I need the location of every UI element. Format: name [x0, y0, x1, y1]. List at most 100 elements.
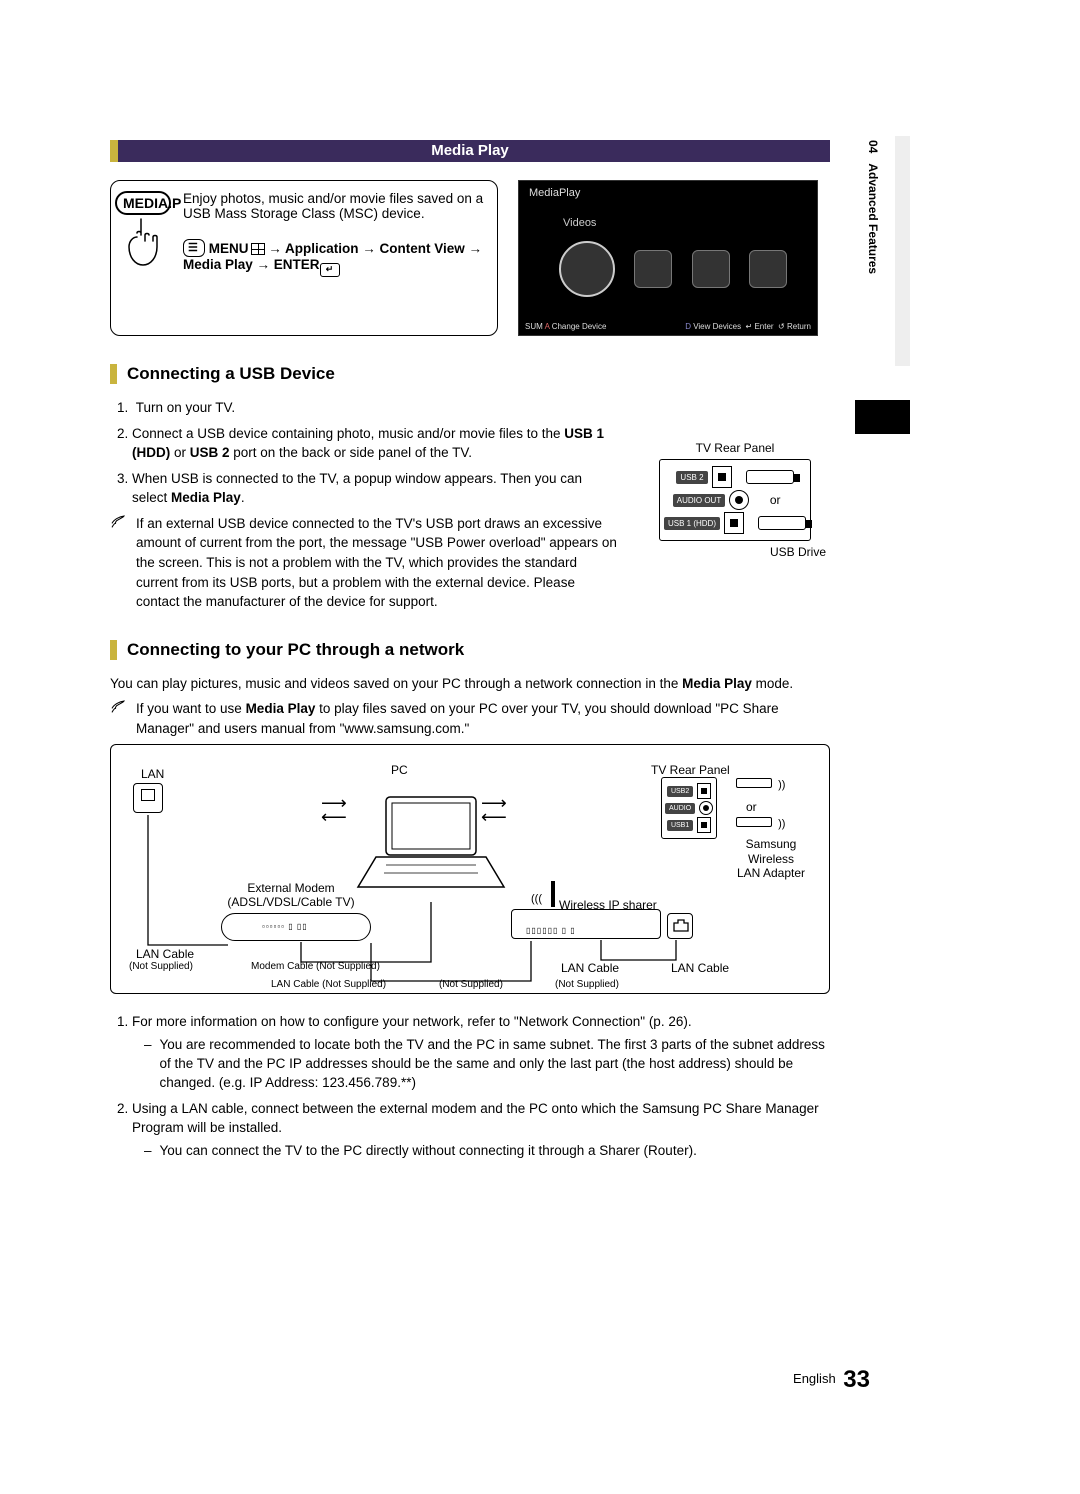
- section-heading-usb: Connecting a USB Device: [110, 364, 830, 384]
- net-step-1a-text: You are recommended to locate both the T…: [160, 1036, 830, 1093]
- sidebar-chapter-label: 04 Advanced Features: [862, 140, 880, 274]
- screenshot-photos-icon: [692, 250, 730, 288]
- antenna-icon: [551, 881, 555, 907]
- usb-step-2-mid: or: [170, 445, 190, 460]
- screenshot-sum-label: SUM: [525, 322, 543, 331]
- net-step-1: For more information on how to configure…: [132, 1012, 830, 1092]
- dash-bullet: –: [144, 1142, 152, 1161]
- diagram-lan-cable-label-2: LAN Cable: [561, 961, 619, 975]
- lan-wall-jack-icon: [133, 783, 163, 813]
- diagram-pc-label: PC: [391, 763, 408, 777]
- sidebar-thumb: [855, 400, 910, 434]
- lan-connector-icon: [667, 913, 693, 939]
- nav-menu-label: MENU: [209, 241, 249, 256]
- diagram-modem-cable-label: Modem Cable (Not Supplied): [251, 961, 380, 972]
- pc-network-intro: You can play pictures, music and videos …: [110, 674, 830, 694]
- usb-drive-icon-2: [758, 516, 806, 530]
- arrow-left-icon: ⟵: [321, 807, 347, 828]
- usb-step-3-post: .: [241, 490, 245, 505]
- media-p-remote-button: MEDIA.P: [115, 191, 171, 215]
- usb-1-port-icon: [724, 512, 744, 534]
- screenshot-change-device: Change Device: [552, 322, 607, 331]
- screenshot-a-key: A: [545, 322, 550, 331]
- or-label: or: [753, 493, 797, 507]
- note-icon: [110, 514, 128, 612]
- section-heading-pc-network: Connecting to your PC through a network: [110, 640, 830, 660]
- net-step-2a-text: You can connect the TV to the PC directl…: [160, 1142, 697, 1161]
- page-content: Media Play MEDIA.P Enjoy photos, music a…: [110, 140, 830, 1167]
- diagram-rear-label: TV Rear Panel: [651, 763, 730, 777]
- note-icon: [110, 699, 128, 738]
- usb-step-1: Turn on your TV.: [132, 398, 620, 418]
- screenshot-enter-key: ↵: [746, 322, 753, 331]
- usb-step-2-post: port on the back or side panel of the TV…: [230, 445, 472, 460]
- audio-out-port-icon: [729, 490, 749, 510]
- external-modem-icon: ▫▫▫▫▫▫ ▯ ▯▯: [221, 913, 371, 941]
- diagram-rear-panel: USB2 AUDIO USB1: [661, 777, 717, 839]
- footer-language: English: [793, 1371, 836, 1386]
- screenshot-d-key: D: [685, 322, 691, 331]
- usb-step-2-b2: USB 2: [190, 445, 230, 460]
- header-title: Media Play: [431, 142, 509, 159]
- diagram-not-supplied-3: (Not Supplied): [555, 979, 619, 990]
- pc-intro-post: mode.: [752, 676, 793, 691]
- pc-intro-pre: You can play pictures, music and videos …: [110, 676, 682, 691]
- diagram-wlan-label: Samsung Wireless LAN Adapter: [736, 837, 806, 880]
- arrow-left-icon: ⟵: [481, 807, 507, 828]
- network-setup-steps: For more information on how to configure…: [110, 1012, 830, 1160]
- usb-power-note: If an external USB device connected to t…: [136, 514, 620, 612]
- mediaplay-screenshot: MediaPlay Videos SUM A Change Device D V…: [518, 180, 818, 336]
- intro-navigation-path: MENU → Application → Content View → Medi…: [183, 239, 487, 277]
- usb-step-3-b: Media Play: [171, 490, 241, 505]
- pc-share-manager-note: If you want to use Media Play to play fi…: [136, 699, 830, 738]
- screenshot-view-devices: View Devices: [693, 322, 741, 331]
- hand-pressing-icon: [123, 217, 163, 267]
- sidebar-chapter-title: Advanced Features: [866, 163, 880, 274]
- diagram-not-supplied-1: (Not Supplied): [129, 961, 193, 972]
- screenshot-title: MediaPlay: [529, 187, 580, 199]
- usb-2-label: USB 2: [676, 471, 707, 484]
- rear-panel-caption: TV Rear Panel: [640, 441, 830, 455]
- enter-button-icon: ↵: [320, 263, 340, 277]
- network-connection-diagram: LAN PC ⟶ ⟵ ⟶ ⟵ TV Rear Panel USB2 AUDIO …: [110, 744, 830, 994]
- wireless-router-icon: ▯▯▯▯▯▯ ▯ ▯: [511, 909, 661, 939]
- diagram-ext-modem: External Modem (ADSL/VDSL/Cable TV): [216, 881, 366, 909]
- net-step-1-text: For more information on how to configure…: [132, 1014, 692, 1029]
- diagram-ext-modem-sub: (ADSL/VDSL/Cable TV): [227, 895, 354, 909]
- usb-step-2: Connect a USB device containing photo, m…: [132, 424, 620, 463]
- pc-note-pre: If you want to use: [136, 701, 246, 716]
- sidebar-chapter-number: 04: [866, 140, 880, 153]
- usb-connect-steps: Turn on your TV. Connect a USB device co…: [110, 398, 620, 508]
- wlan-adapter-icon: )): [736, 817, 785, 830]
- menu-grid-icon: [251, 243, 265, 255]
- page-footer: English 33: [793, 1366, 870, 1394]
- screenshot-enter: Enter: [754, 322, 773, 331]
- intro-description: Enjoy photos, music and/or movie files s…: [183, 191, 487, 221]
- diagram-lan-cable-label-3: LAN Cable: [671, 961, 729, 975]
- usb-drive-icon: [746, 470, 794, 484]
- tv-rear-panel-usb-figure: TV Rear Panel USB 2 AUDIO OUT or USB 1 (…: [640, 441, 830, 559]
- audio-out-label: AUDIO OUT: [673, 494, 725, 507]
- pc-intro-b: Media Play: [682, 676, 752, 691]
- usb-step-1-text: Turn on your TV.: [136, 400, 235, 415]
- wireless-signal-icon: (((: [531, 893, 542, 905]
- net-step-2: Using a LAN cable, connect between the e…: [132, 1099, 830, 1161]
- screenshot-music-icon: [634, 250, 672, 288]
- intro-box: MEDIA.P Enjoy photos, music and/or movie…: [110, 180, 498, 336]
- diagram-lan-cable-ns-label: LAN Cable (Not Supplied): [271, 979, 386, 990]
- usb-2-port-icon: [712, 466, 732, 488]
- diagram-not-supplied-2: (Not Supplied): [439, 979, 503, 990]
- screenshot-return-key: ↺: [778, 322, 785, 331]
- usb-step-2-pre: Connect a USB device containing photo, m…: [132, 426, 564, 441]
- diagram-or-label: or: [746, 800, 757, 814]
- usb-step-3: When USB is connected to the TV, a popup…: [132, 469, 620, 508]
- screenshot-settings-icon: [749, 250, 787, 288]
- section-header-mediaplay: Media Play: [110, 140, 830, 162]
- pc-note-b: Media Play: [246, 701, 316, 716]
- diagram-lan-cable-label: LAN Cable: [136, 947, 194, 961]
- screenshot-return: Return: [787, 322, 811, 331]
- wlan-adapter-icon: )): [736, 778, 785, 791]
- screenshot-videos-icon: [559, 241, 615, 297]
- menu-button-icon: [183, 239, 205, 257]
- diagram-ext-modem-label: External Modem: [247, 881, 334, 895]
